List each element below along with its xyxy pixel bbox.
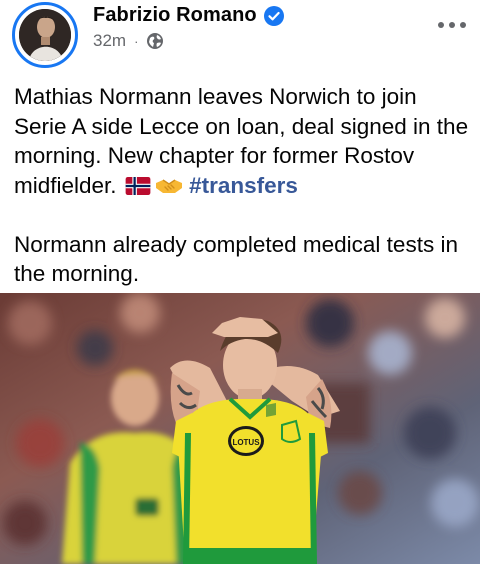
avatar[interactable] — [12, 2, 78, 68]
author-name[interactable]: Fabrizio Romano — [93, 4, 257, 27]
author-row: Fabrizio Romano — [93, 4, 284, 27]
post-body-text: Mathias Normann leaves Norwich to join S… — [14, 82, 472, 289]
norway-flag-icon — [125, 173, 151, 195]
post-photo[interactable]: LOTUS — [0, 293, 480, 564]
post-time[interactable]: 32m — [93, 31, 126, 51]
more-options-icon[interactable] — [436, 18, 468, 32]
meta-separator: · — [134, 33, 139, 49]
post-header: Fabrizio Romano 32m · — [0, 0, 480, 70]
avatar-image — [19, 9, 71, 61]
post-meta: 32m · — [93, 31, 164, 51]
hashtag-link[interactable]: #transfers — [189, 173, 298, 198]
post-photo-image: LOTUS — [0, 293, 480, 564]
globe-icon — [146, 32, 164, 50]
handshake-icon — [155, 173, 183, 193]
post-paragraph-1: Mathias Normann leaves Norwich to join S… — [14, 82, 472, 200]
verified-badge-icon — [263, 5, 284, 26]
post-paragraph-2: Normann already completed medical tests … — [14, 231, 458, 287]
shirt-sponsor-text: LOTUS — [232, 438, 260, 447]
